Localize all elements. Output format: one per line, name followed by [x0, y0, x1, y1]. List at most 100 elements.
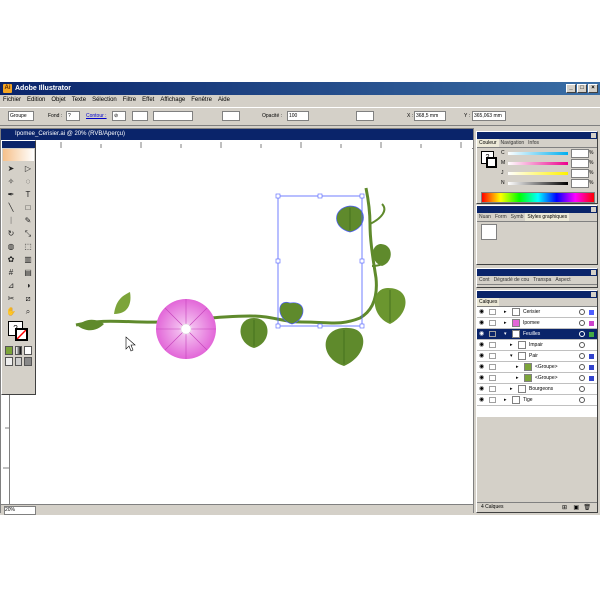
channel-n-input[interactable] — [571, 179, 589, 188]
tab-styles-graphiques[interactable]: Styles graphiques — [525, 213, 570, 221]
visibility-eye-icon[interactable]: ◉ — [479, 375, 486, 381]
tab-aspect[interactable]: Aspect — [553, 276, 572, 284]
pen-tool-icon[interactable]: ✒ — [3, 189, 19, 201]
layer-row-bourgeons[interactable]: ◉ ▸ Bourgeons — [477, 384, 597, 395]
direct-selection-tool-icon[interactable]: ▷ — [20, 163, 36, 175]
blend-tool-icon[interactable]: ◑ — [20, 280, 36, 292]
gradient-tool-icon[interactable]: ▤ — [20, 267, 36, 279]
visibility-eye-icon[interactable]: ◉ — [479, 320, 486, 326]
default-style-swatch[interactable] — [481, 224, 497, 240]
layer-row-impair[interactable]: ◉ ▸ Impair — [477, 340, 597, 351]
target-circle-icon[interactable] — [579, 309, 585, 315]
zoom-tool-icon[interactable]: ⌕ — [20, 306, 36, 318]
menu-edition[interactable]: Edition — [24, 95, 48, 106]
line-tool-icon[interactable]: ╲ — [3, 202, 19, 214]
visibility-eye-icon[interactable]: ◉ — [479, 397, 486, 403]
layer-row-ipomee[interactable]: ◉ ▸ Ipomee — [477, 318, 597, 329]
pencil-tool-icon[interactable]: ✎ — [20, 215, 36, 227]
scale-tool-icon[interactable]: ⤡ — [20, 228, 36, 240]
color-spectrum-bar[interactable] — [481, 192, 595, 203]
menu-affichage[interactable]: Affichage — [157, 95, 188, 106]
tab-couleur[interactable]: Couleur — [477, 139, 499, 147]
tab-symboles[interactable]: Symb — [509, 213, 526, 221]
target-circle-icon[interactable] — [579, 375, 585, 381]
style-select[interactable] — [356, 111, 374, 121]
artboard-canvas[interactable] — [10, 148, 472, 504]
color-mode-icon[interactable] — [5, 346, 13, 355]
tab-calques[interactable]: Calques — [477, 298, 500, 306]
gradient-mode-icon[interactable] — [14, 346, 23, 355]
layer-row-tige[interactable]: ◉ ▸ Tige — [477, 395, 597, 406]
screen-mode-menu-icon[interactable] — [14, 357, 23, 366]
stroke-swatch[interactable]: ⊘ — [112, 111, 126, 121]
warp-tool-icon[interactable]: ◍ — [3, 241, 19, 253]
layer-row-groupe-1[interactable]: ◉ ▸ <Groupe> — [477, 362, 597, 373]
layer-row-feuilles[interactable]: ◉ ▾ Feuilles — [477, 329, 597, 340]
menu-fenetre[interactable]: Fenêtre — [188, 95, 215, 106]
fill-swatch[interactable]: ? — [66, 111, 80, 121]
y-input[interactable]: 365,063 mm — [472, 111, 506, 121]
brush-tool-icon[interactable]: ᛁ — [3, 215, 19, 227]
appearance-panel-header[interactable] — [477, 269, 597, 276]
screen-mode-standard-icon[interactable] — [5, 357, 13, 366]
lasso-tool-icon[interactable]: ◌ — [20, 176, 36, 188]
lock-toggle[interactable] — [489, 342, 496, 348]
lock-toggle[interactable] — [489, 353, 496, 359]
stroke-swatch-icon[interactable] — [15, 328, 28, 341]
stroke-label[interactable]: Contour : — [86, 111, 107, 121]
tab-contour[interactable]: Cont — [477, 276, 492, 284]
visibility-eye-icon[interactable]: ◉ — [479, 353, 486, 359]
target-circle-icon[interactable] — [579, 353, 585, 359]
layer-row-groupe-2[interactable]: ◉ ▸ <Groupe> — [477, 373, 597, 384]
target-circle-icon[interactable] — [579, 342, 585, 348]
color-stroke-icon[interactable] — [486, 157, 497, 168]
target-circle-icon[interactable] — [579, 397, 585, 403]
visibility-eye-icon[interactable]: ◉ — [479, 364, 486, 370]
visibility-eye-icon[interactable]: ◉ — [479, 331, 486, 337]
eyedropper-tool-icon[interactable]: ⊿ — [3, 280, 19, 292]
hand-tool-icon[interactable]: ✋ — [3, 306, 19, 318]
channel-j-slider[interactable]: J % — [501, 169, 595, 179]
close-button[interactable]: × — [588, 84, 598, 93]
color-panel-header[interactable] — [477, 132, 597, 139]
tab-navigation[interactable]: Navigation — [499, 139, 527, 147]
opacity-input[interactable]: 100 — [287, 111, 309, 121]
channel-c-slider[interactable]: C % — [501, 149, 595, 159]
symbol-tool-icon[interactable]: ✿ — [3, 254, 19, 266]
target-circle-icon[interactable] — [579, 331, 585, 337]
zoom-field[interactable]: 20% — [4, 506, 36, 515]
free-transform-tool-icon[interactable]: ⬚ — [20, 241, 36, 253]
menu-objet[interactable]: Objet — [48, 95, 68, 106]
new-sublayer-icon[interactable]: ⊞ — [562, 504, 567, 511]
channel-j-input[interactable] — [571, 169, 589, 178]
menu-aide[interactable]: Aide — [215, 95, 233, 106]
layers-panel-header[interactable] — [477, 291, 597, 298]
rotate-tool-icon[interactable]: ↻ — [3, 228, 19, 240]
brush-select[interactable] — [222, 111, 240, 121]
channel-m-slider[interactable]: M % — [501, 159, 595, 169]
none-mode-icon[interactable] — [24, 346, 33, 355]
new-layer-icon[interactable]: ▣ — [573, 504, 579, 511]
visibility-eye-icon[interactable]: ◉ — [479, 309, 486, 315]
tab-formes[interactable]: Form — [493, 213, 509, 221]
styles-panel-header[interactable] — [477, 206, 597, 213]
visibility-eye-icon[interactable]: ◉ — [479, 342, 486, 348]
lock-toggle[interactable] — [489, 331, 496, 337]
lock-toggle[interactable] — [489, 386, 496, 392]
tab-degrade[interactable]: Dégradé de cou — [492, 276, 532, 284]
target-circle-icon[interactable] — [579, 364, 585, 370]
tools-panel-header[interactable] — [2, 141, 35, 148]
stroke-style[interactable] — [153, 111, 193, 121]
trash-icon[interactable]: 🗑 — [583, 504, 591, 511]
layer-row-pair[interactable]: ◉ ▾ Pair — [477, 351, 597, 362]
lock-toggle[interactable] — [489, 375, 496, 381]
tab-infos[interactable]: Infos — [526, 139, 541, 147]
fill-stroke-widget[interactable]: ? — [2, 319, 35, 345]
maximize-button[interactable]: □ — [577, 84, 587, 93]
graph-tool-icon[interactable]: ▥ — [20, 254, 36, 266]
menu-fichier[interactable]: Fichier — [0, 95, 24, 106]
target-circle-icon[interactable] — [579, 386, 585, 392]
rectangle-tool-icon[interactable]: □ — [20, 202, 36, 214]
menu-effet[interactable]: Effet — [139, 95, 157, 106]
type-tool-icon[interactable]: T — [20, 189, 36, 201]
